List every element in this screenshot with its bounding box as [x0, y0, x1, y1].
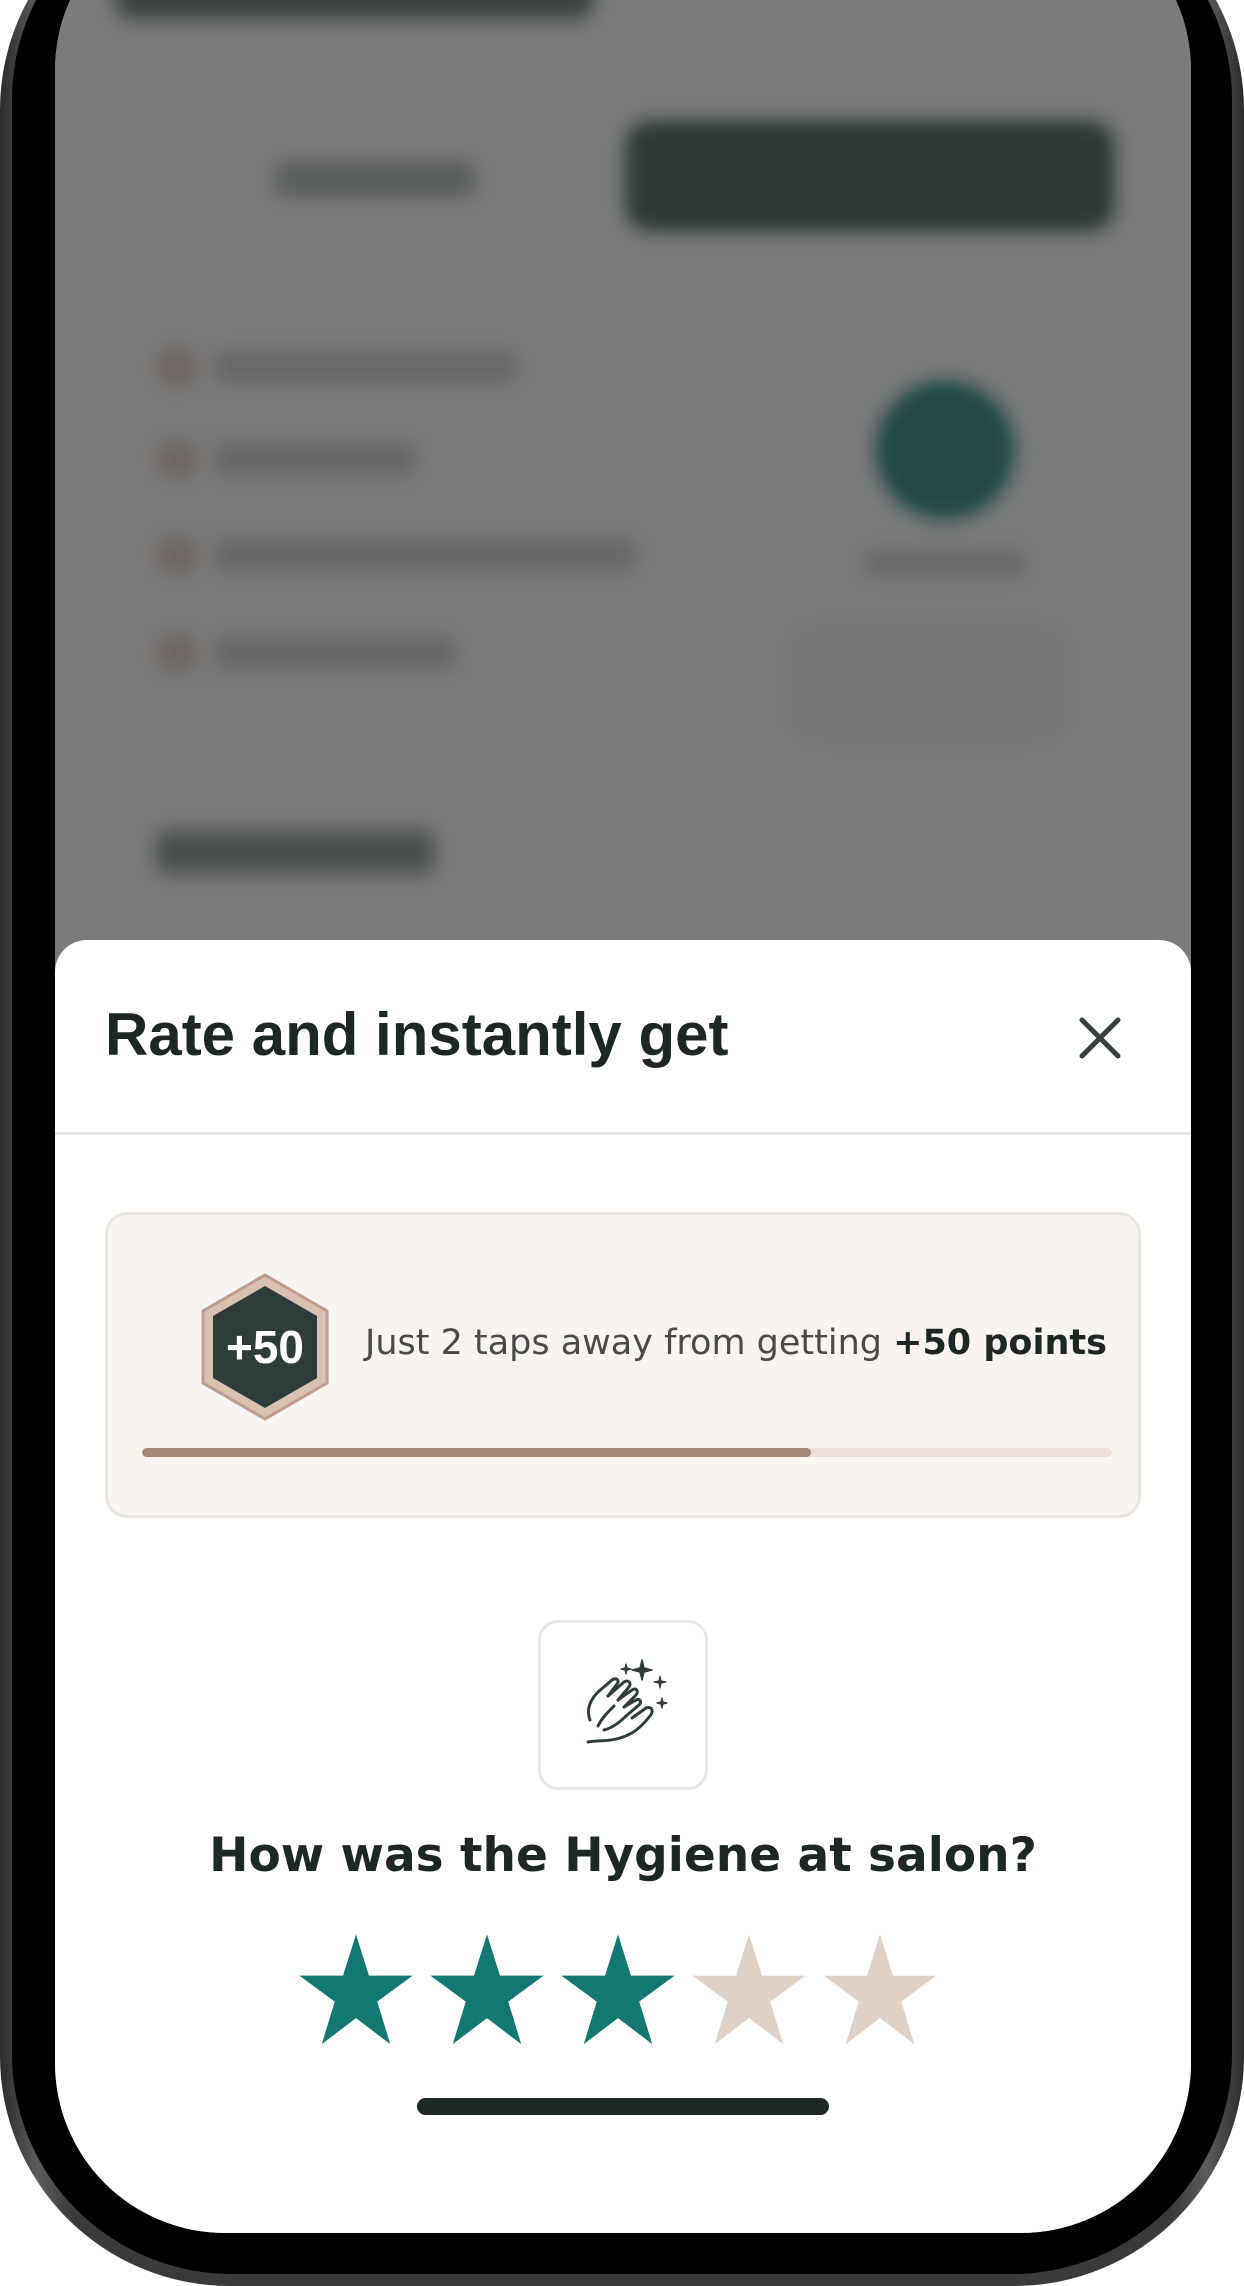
- rating-question: How was the Hygiene at salon?: [209, 1828, 1037, 1883]
- star-3-icon[interactable]: [559, 1932, 677, 2050]
- bg-tab-inactive: [275, 162, 475, 196]
- star-rating: [297, 1932, 949, 2050]
- bg-info-icon: [158, 536, 196, 574]
- bg-action-label: [865, 550, 1025, 576]
- bg-info-icon: [158, 348, 196, 386]
- device-screen: Rate and instantly get +50 Just 2 taps a…: [55, 0, 1191, 2233]
- bg-info-icon: [158, 440, 196, 478]
- hand-wash-sparkle-icon: [586, 1659, 668, 1744]
- bg-info-row: [215, 638, 455, 668]
- reward-points: +50 points: [893, 1323, 1107, 1363]
- bg-info-row: [215, 444, 415, 474]
- bg-tab-active: [625, 120, 1115, 232]
- bg-info-icon: [158, 634, 196, 672]
- reward-progress-fill: [142, 1448, 812, 1457]
- reward-message: Just 2 taps away from getting +50 points: [365, 1323, 1107, 1363]
- points-badge: +50: [200, 1273, 330, 1421]
- bg-action-circle: [875, 380, 1015, 520]
- reward-progress-bar: [142, 1448, 1112, 1457]
- rating-bottom-sheet: Rate and instantly get +50 Just 2 taps a…: [55, 940, 1191, 2233]
- bg-page-title: [115, 0, 595, 20]
- star-5-icon[interactable]: [821, 1932, 939, 2050]
- star-1-icon[interactable]: [297, 1932, 415, 2050]
- close-x-icon: [1079, 1017, 1121, 1059]
- bg-secondary-button: [795, 630, 1061, 736]
- header-divider: [55, 1132, 1191, 1135]
- reward-card: +50 Just 2 taps away from getting +50 po…: [105, 1212, 1141, 1518]
- reward-message-prefix: Just 2 taps away from getting: [365, 1323, 894, 1363]
- bg-section-heading: [155, 830, 435, 874]
- sheet-title: Rate and instantly get: [105, 1001, 729, 1068]
- hygiene-icon-tile: [538, 1620, 708, 1790]
- star-2-icon[interactable]: [428, 1932, 546, 2050]
- bg-info-row: [215, 540, 635, 570]
- star-4-icon[interactable]: [690, 1932, 808, 2050]
- home-indicator: [417, 2098, 829, 2115]
- bg-info-row: [215, 352, 515, 382]
- badge-label: +50: [225, 1321, 305, 1373]
- close-button[interactable]: [1070, 1008, 1130, 1068]
